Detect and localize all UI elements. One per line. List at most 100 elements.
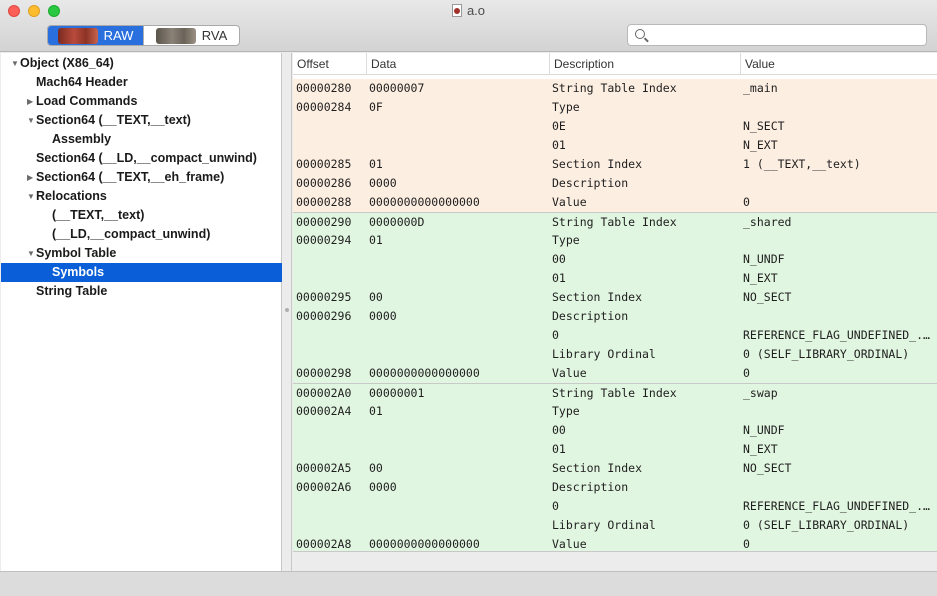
outline-item-label: Section64 (__TEXT,__eh_frame): [36, 170, 225, 184]
table-row[interactable]: 0 REFERENCE_FLAG_UNDEFINED_...: [293, 497, 937, 516]
value-cell: 0: [743, 537, 750, 551]
description-cell: 0: [552, 328, 559, 342]
rva-mode-button[interactable]: RVA: [143, 26, 239, 45]
data-cell: 0000: [369, 480, 397, 494]
table-row[interactable]: 000002A5 00 Section Index NO_SECT: [293, 459, 937, 478]
table-row[interactable]: 00000284 0F Type: [293, 98, 937, 117]
value-cell: 0 (SELF_LIBRARY_ORDINAL): [743, 347, 910, 361]
search-field[interactable]: [627, 24, 927, 46]
description-cell: Type: [552, 404, 580, 418]
outline-item[interactable]: ▼ Object (X86_64): [1, 54, 282, 73]
outline-item[interactable]: Section64 (__LD,__compact_unwind): [1, 149, 282, 168]
column-header-data[interactable]: Data: [366, 53, 549, 75]
offset-cell: 000002A8: [296, 537, 352, 551]
table-row[interactable]: 00000290 0000000D String Table Index _share…: [293, 212, 937, 231]
description-cell: 00: [552, 423, 566, 437]
outline-item-label: Object (X86_64): [20, 56, 114, 70]
table-row[interactable]: 00000286 0000 Description: [293, 174, 937, 193]
description-cell: 01: [552, 138, 566, 152]
table-row[interactable]: 01 N_EXT: [293, 136, 937, 155]
table-row[interactable]: 000002A0 00000001 String Table Index _swap: [293, 383, 937, 402]
table-row[interactable]: 00 N_UNDF: [293, 421, 937, 440]
data-cell: 0000: [369, 176, 397, 190]
value-cell: _main: [743, 81, 778, 95]
window-title: a.o: [0, 3, 937, 18]
description-cell: Value: [552, 366, 587, 380]
table-row[interactable]: 00000295 00 Section Index NO_SECT: [293, 288, 937, 307]
offset-cell: 000002A4: [296, 404, 352, 418]
description-cell: 0: [552, 499, 559, 513]
value-cell: N_EXT: [743, 271, 778, 285]
table-row[interactable]: 0 REFERENCE_FLAG_UNDEFINED_...: [293, 326, 937, 345]
outline-item[interactable]: (__TEXT,__text): [1, 206, 282, 225]
outline-item[interactable]: Assembly: [1, 130, 282, 149]
outline-item-label: Assembly: [52, 132, 112, 146]
offset-cell: 00000285: [296, 157, 352, 171]
outline-item[interactable]: Mach64 Header: [1, 73, 282, 92]
offset-cell: 00000298: [296, 366, 352, 380]
outline-item[interactable]: ▼ Relocations: [1, 187, 282, 206]
table-row[interactable]: 00 N_UNDF: [293, 250, 937, 269]
table-row[interactable]: 01 N_EXT: [293, 440, 937, 459]
offset-cell: 00000295: [296, 290, 352, 304]
table-row[interactable]: 000002A4 01 Type: [293, 402, 937, 421]
description-cell: 01: [552, 442, 566, 456]
title-bar: a.o RAW RVA: [0, 0, 937, 52]
outline-item-label: (__TEXT,__text): [52, 208, 145, 222]
outline-item-label: Symbols: [52, 265, 105, 279]
raw-mode-icon: [57, 27, 98, 44]
description-cell: 01: [552, 271, 566, 285]
outline-item-label: Load Commands: [36, 94, 138, 108]
column-header-offset[interactable]: Offset: [293, 53, 366, 75]
table-row[interactable]: 00000288 0000000000000000 Value 0: [293, 193, 937, 212]
outline-item[interactable]: String Table: [1, 282, 282, 301]
status-bar: [0, 571, 937, 596]
data-cell: 0000000000000000: [369, 537, 480, 551]
offset-cell: 00000286: [296, 176, 352, 190]
split-view-divider[interactable]: [282, 53, 292, 571]
description-cell: String Table Index: [552, 215, 677, 229]
raw-mode-button[interactable]: RAW: [48, 26, 143, 45]
rva-mode-icon: [155, 27, 196, 44]
value-cell: N_UNDF: [743, 423, 785, 437]
table-row[interactable]: 0E N_SECT: [293, 117, 937, 136]
description-cell: Section Index: [552, 461, 643, 475]
table-row[interactable]: 00000280 00000007 String Table Index _main: [293, 79, 937, 98]
table-row[interactable]: 00000294 01 Type: [293, 231, 937, 250]
table-row[interactable]: 00000285 01 Section Index 1 (__TEXT,__text): [293, 155, 937, 174]
column-header-value[interactable]: Value: [740, 53, 937, 75]
data-cell: 00000007: [369, 81, 425, 95]
table-row[interactable]: 01 N_EXT: [293, 269, 937, 288]
table-row[interactable]: 000002A6 0000 Description: [293, 478, 937, 497]
offset-cell: 00000294: [296, 233, 352, 247]
table-footer: [293, 551, 937, 571]
table-row[interactable]: 00000296 0000 Description: [293, 307, 937, 326]
description-cell: Type: [552, 100, 580, 114]
description-cell: String Table Index: [552, 81, 677, 95]
address-mode-segmented-control: RAW RVA: [47, 25, 240, 46]
outline-item[interactable]: ▼ Symbol Table: [1, 244, 282, 263]
data-cell: 0000000000000000: [369, 195, 480, 209]
outline-item[interactable]: (__LD,__compact_unwind): [1, 225, 282, 244]
description-cell: Value: [552, 537, 587, 551]
outline-item[interactable]: Symbols: [1, 263, 282, 282]
offset-cell: 00000288: [296, 195, 352, 209]
outline-item[interactable]: ▶ Load Commands: [1, 92, 282, 111]
search-icon: [635, 29, 645, 39]
column-header-description[interactable]: Description: [549, 53, 740, 75]
table-row[interactable]: Library Ordinal 0 (SELF_LIBRARY_ORDINAL): [293, 516, 937, 535]
outline-item[interactable]: ▶ Section64 (__TEXT,__eh_frame): [1, 168, 282, 187]
description-cell: Section Index: [552, 157, 643, 171]
offset-cell: 00000280: [296, 81, 352, 95]
value-cell: _shared: [743, 215, 792, 229]
table-row[interactable]: Library Ordinal 0 (SELF_LIBRARY_ORDINAL): [293, 345, 937, 364]
description-cell: Library Ordinal: [552, 518, 656, 532]
table-row[interactable]: 00000298 0000000000000000 Value 0: [293, 364, 937, 383]
value-cell: N_EXT: [743, 138, 778, 152]
table-row[interactable]: 000002A8 0000000000000000 Value 0: [293, 535, 937, 551]
outline-item-label: (__LD,__compact_unwind): [52, 227, 211, 241]
description-cell: 00: [552, 252, 566, 266]
outline-item[interactable]: ▼ Section64 (__TEXT,__text): [1, 111, 282, 130]
data-cell: 01: [369, 404, 383, 418]
search-input[interactable]: [650, 27, 920, 43]
